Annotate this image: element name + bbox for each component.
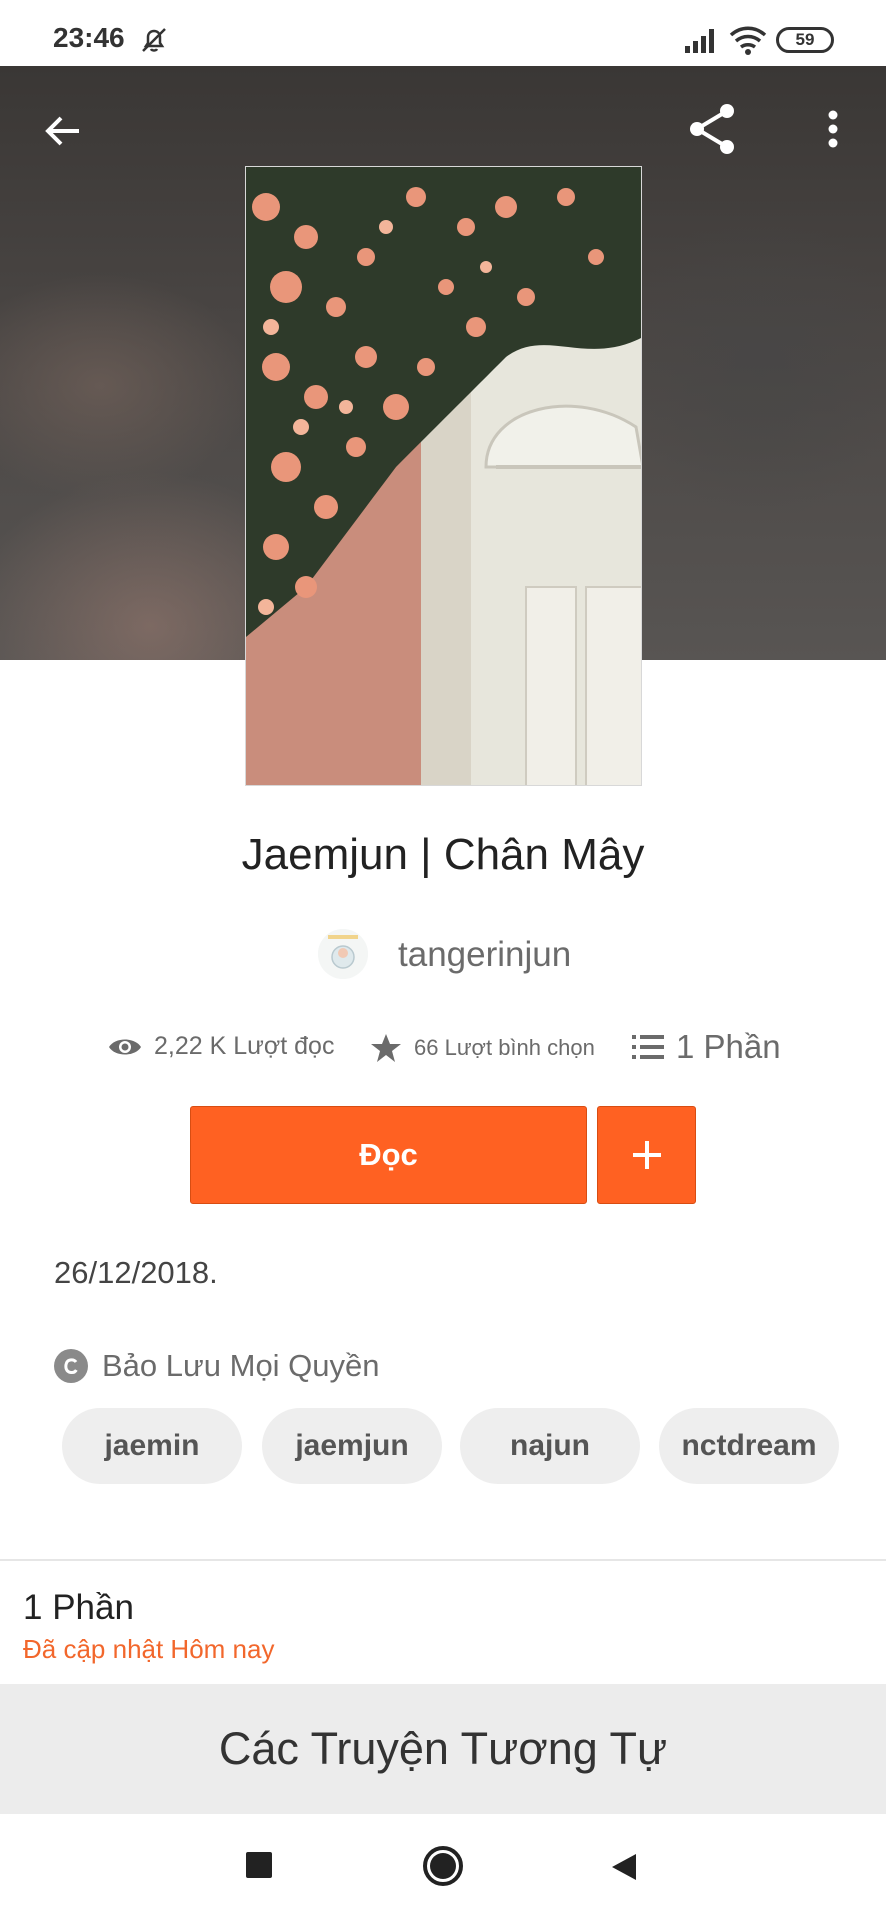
recents-square-icon[interactable] (246, 1852, 272, 1878)
similar-stories-section: Các Truyện Tương Tự (0, 1684, 886, 1814)
votes-stat: 66 Lượt bình chọn (370, 1032, 595, 1064)
author-row[interactable]: tangerinjun (0, 925, 886, 985)
copyright-text: Bảo Lưu Mọi Quyền (102, 1348, 380, 1383)
tag-chip[interactable]: jaemin (62, 1408, 242, 1484)
more-vertical-icon (828, 110, 838, 148)
parts-section-title[interactable]: 1 Phần (23, 1588, 134, 1628)
story-cover-image[interactable] (245, 166, 642, 786)
signal-icon (685, 29, 714, 53)
reads-stat: 2,22 K Lượt đọc (108, 1032, 334, 1061)
copyright-icon (54, 1349, 88, 1383)
copyright-row: Bảo Lưu Mọi Quyền (54, 1344, 380, 1388)
home-circle-icon[interactable] (423, 1846, 463, 1886)
avatar-image (318, 929, 368, 979)
back-arrow-icon (45, 116, 79, 146)
read-button[interactable]: Đọc (190, 1106, 587, 1204)
author-name[interactable]: tangerinjun (398, 935, 571, 975)
tag-chip[interactable]: nctdream (659, 1408, 839, 1484)
back-button[interactable] (30, 98, 96, 164)
reads-count: 2,22 K Lượt đọc (154, 1032, 335, 1060)
back-triangle-icon[interactable] (610, 1852, 638, 1882)
tag-chip[interactable]: jaemjun (262, 1408, 442, 1484)
bell-off-icon (142, 28, 166, 52)
list-icon (632, 1035, 664, 1059)
more-options-button[interactable] (800, 96, 866, 162)
votes-count: 66 Lượt bình chọn (414, 1035, 595, 1060)
eye-icon (109, 1039, 141, 1054)
story-stats: 2,22 K Lượt đọc 66 Lượt bình chọn 1 Phần (0, 1028, 886, 1072)
battery-icon: 59 (776, 27, 834, 53)
cover-illustration (246, 167, 641, 785)
parts-stat: 1 Phần (632, 1028, 781, 1066)
status-bar: 23:46 59 (0, 0, 886, 66)
parts-updated-text: Đã cập nhật Hôm nay (23, 1634, 275, 1664)
story-description: 26/12/2018. (54, 1255, 218, 1290)
tag-chip[interactable]: najun (460, 1408, 640, 1484)
status-time: 23:46 (53, 22, 125, 53)
author-avatar[interactable] (318, 929, 368, 979)
star-icon (371, 1034, 401, 1062)
share-icon (690, 104, 734, 154)
add-to-library-button[interactable] (597, 1106, 696, 1204)
parts-count: 1 Phần (676, 1028, 781, 1065)
section-divider (0, 1559, 886, 1561)
similar-stories-title: Các Truyện Tương Tự (218, 1723, 668, 1774)
story-title: Jaemjun | Chân Mây (241, 830, 645, 879)
share-button[interactable] (680, 96, 746, 162)
wifi-icon (729, 26, 767, 55)
plus-icon (632, 1141, 661, 1169)
tag-list: jaemin jaemjun najun nctdream (62, 1408, 886, 1486)
